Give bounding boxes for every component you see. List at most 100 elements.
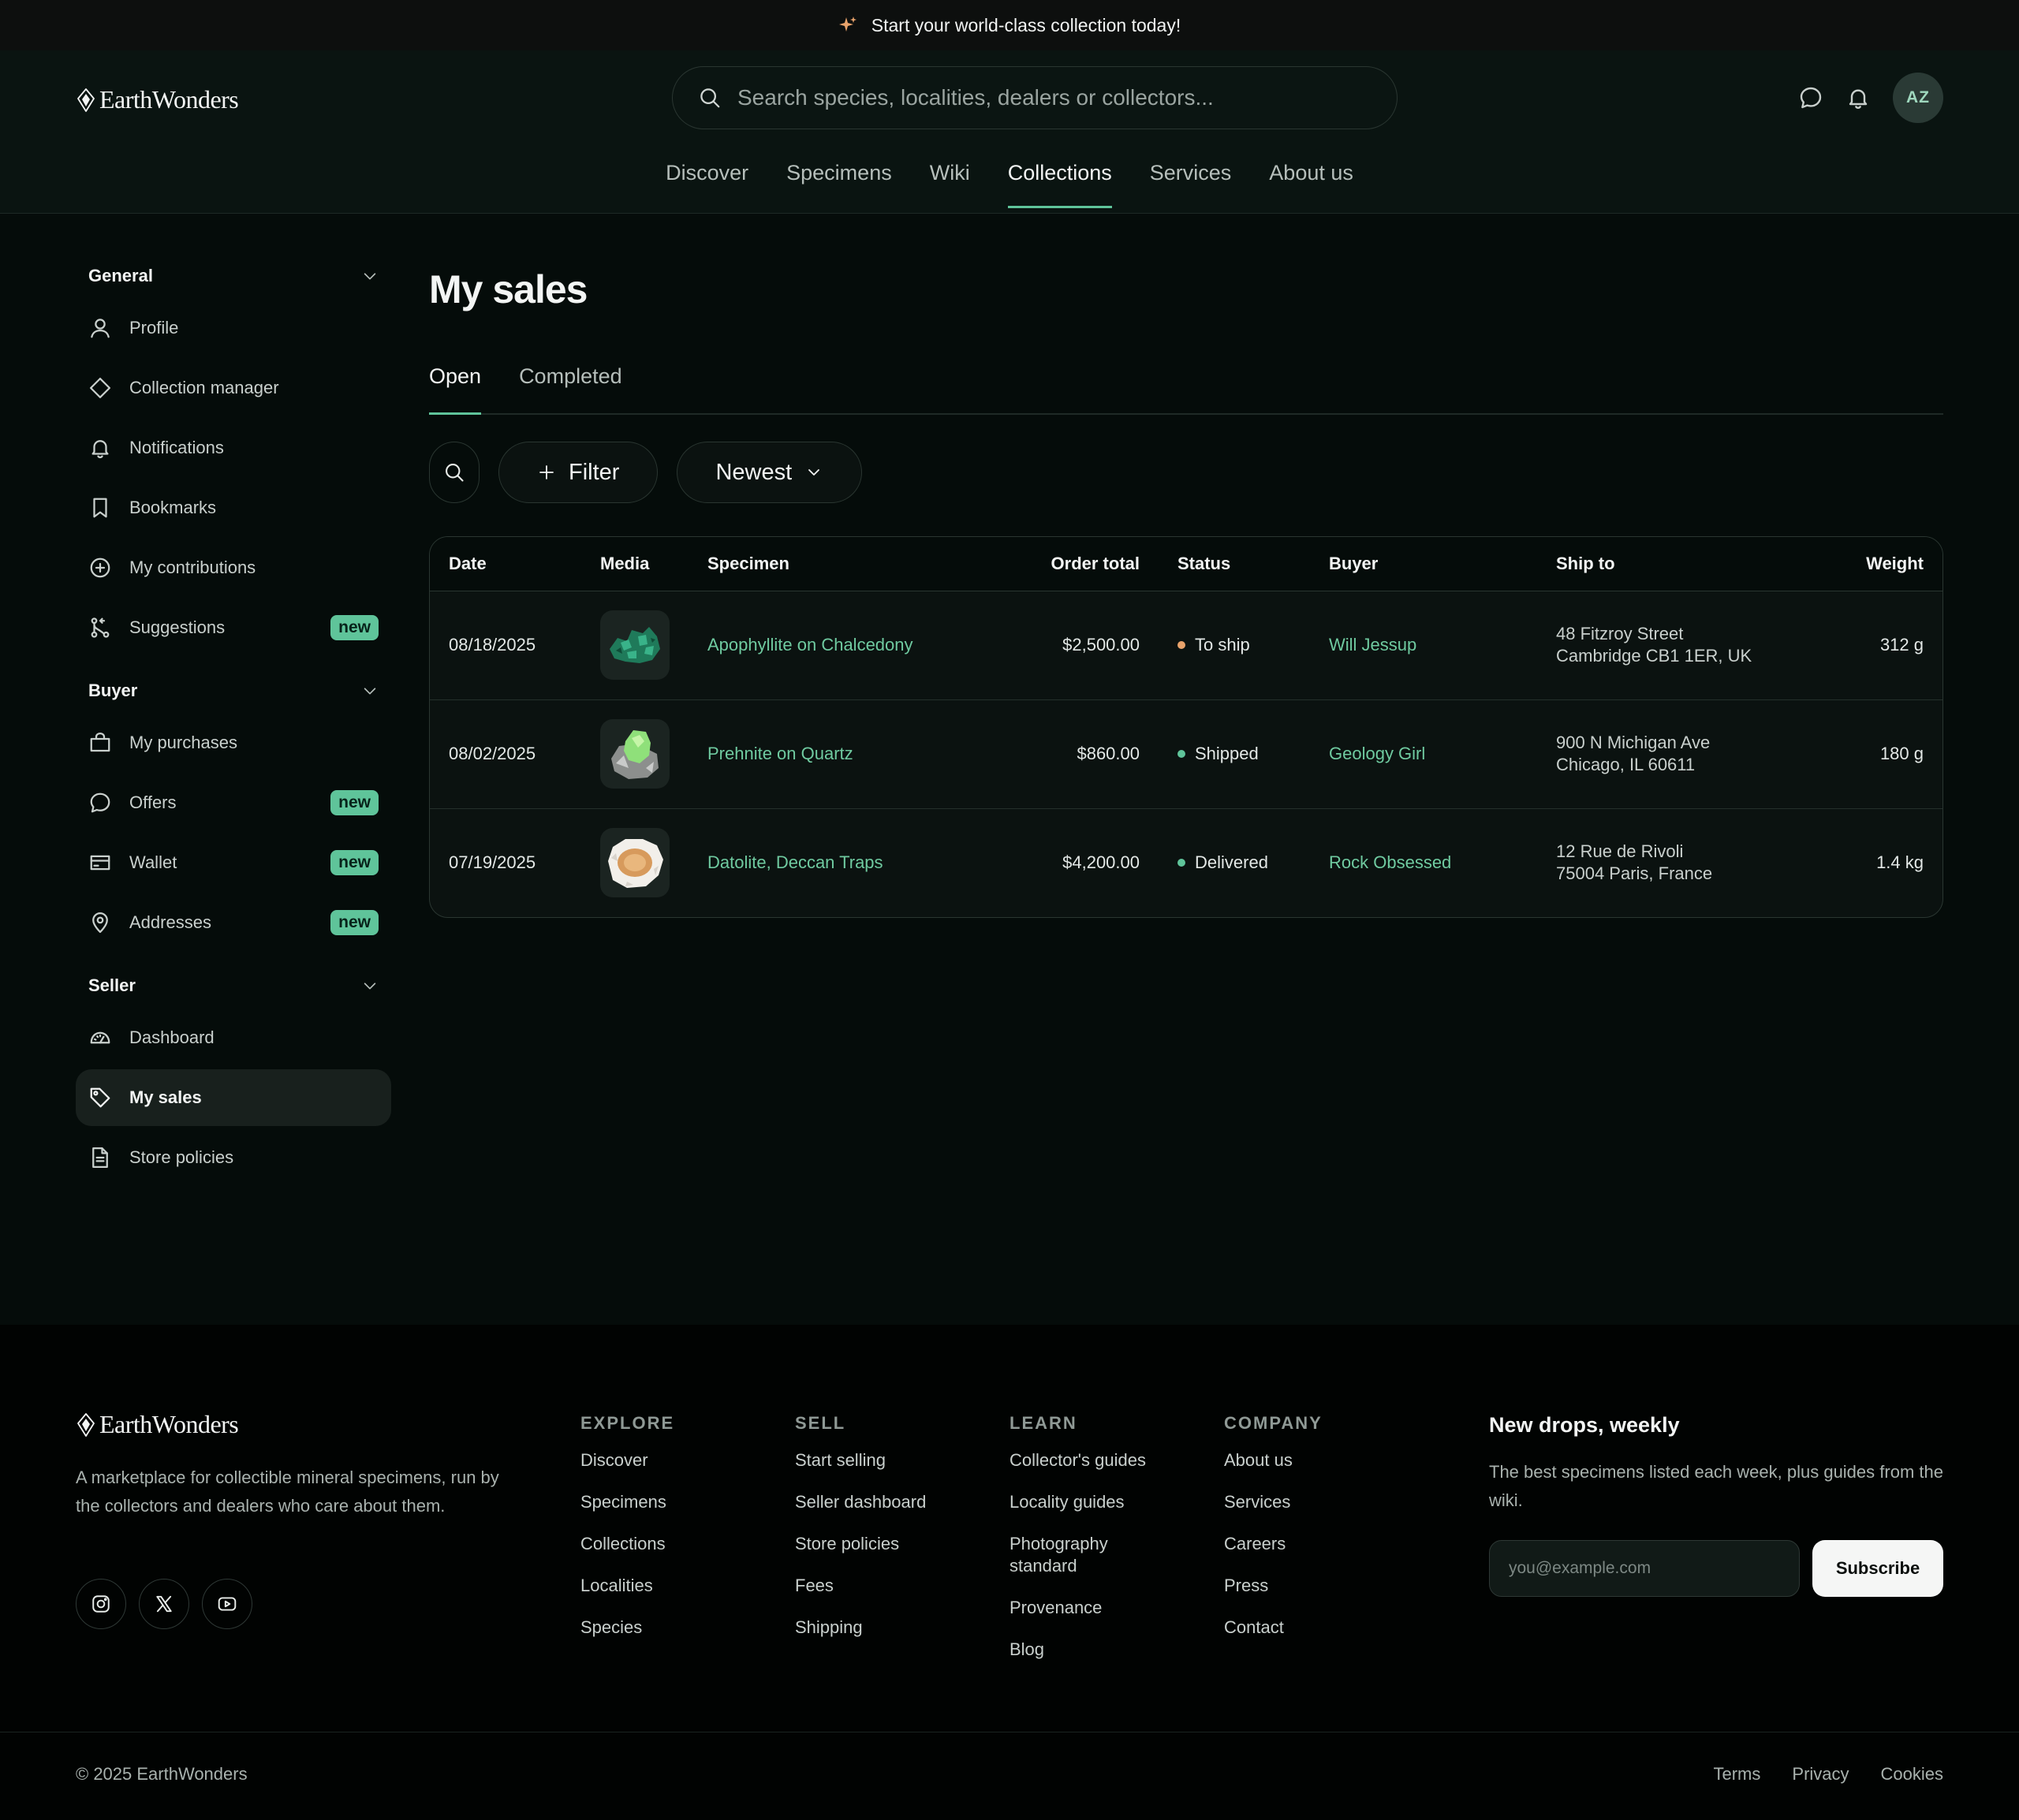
row-buyer-link[interactable]: Will Jessup xyxy=(1310,591,1537,700)
status-label: To ship xyxy=(1195,635,1250,655)
footer-link-localities[interactable]: Localities xyxy=(580,1575,746,1597)
row-buyer-link[interactable]: Geology Girl xyxy=(1310,699,1537,809)
footer-link-about-us[interactable]: About us xyxy=(1224,1449,1390,1471)
sidebar-group-title: General xyxy=(88,266,153,285)
footer-link-fees[interactable]: Fees xyxy=(795,1575,961,1597)
specimen-thumbnail[interactable] xyxy=(600,610,670,680)
footer-link-blog[interactable]: Blog xyxy=(1010,1639,1175,1661)
x-link[interactable] xyxy=(139,1579,189,1629)
youtube-link[interactable] xyxy=(202,1579,252,1629)
sidebar-item-dashboard[interactable]: Dashboard xyxy=(76,1009,391,1066)
sidebar-item-label: Store policies xyxy=(129,1147,234,1167)
sidebar-item-offers[interactable]: Offers new xyxy=(76,774,391,831)
footer-link-services[interactable]: Services xyxy=(1224,1491,1390,1513)
search-input[interactable] xyxy=(737,85,1353,110)
sidebar-item-wallet[interactable]: Wallet new xyxy=(76,834,391,891)
nav-wiki[interactable]: Wiki xyxy=(930,161,970,207)
legal-link-privacy[interactable]: Privacy xyxy=(1792,1764,1849,1785)
footer-link-provenance[interactable]: Provenance xyxy=(1010,1597,1175,1619)
nav-services[interactable]: Services xyxy=(1150,161,1232,207)
social-links xyxy=(76,1579,252,1629)
sidebar-item-my-sales[interactable]: My sales xyxy=(76,1069,391,1126)
tab-open[interactable]: Open xyxy=(429,356,482,415)
wallet-icon xyxy=(90,855,110,871)
tag-icon xyxy=(90,1087,110,1108)
sidebar-item-label: Offers xyxy=(129,793,177,812)
sidebar-item-my-contributions[interactable]: My contributions xyxy=(76,539,391,596)
footer-link-specimens[interactable]: Specimens xyxy=(580,1491,746,1513)
table-header-row: Date Media Specimen Order total Status B… xyxy=(430,537,1942,591)
row-specimen-link[interactable]: Prehnite on Quartz xyxy=(689,699,982,809)
footer-link-photography-standard[interactable]: Photography standard xyxy=(1010,1533,1144,1577)
specimen-thumbnail[interactable] xyxy=(600,828,670,898)
footer-link-press[interactable]: Press xyxy=(1224,1575,1390,1597)
bell-icon[interactable] xyxy=(1845,85,1871,110)
sort-label: Newest xyxy=(715,459,793,485)
sidebar-item-my-purchases[interactable]: My purchases xyxy=(76,714,391,771)
sidebar-item-suggestions[interactable]: Suggestions new xyxy=(76,599,391,656)
table-row[interactable]: 08/02/2025 Prehnite on Quartz $860.00 Sh… xyxy=(430,699,1942,809)
main-content: My sales Open Completed Filter Newest Da… xyxy=(429,252,1943,918)
sidebar-group-toggle-buyer[interactable]: Buyer xyxy=(76,667,391,714)
table-row[interactable]: 07/19/2025 Datolite, Deccan Traps $4,200… xyxy=(430,808,1942,917)
footer-link-contact[interactable]: Contact xyxy=(1224,1617,1390,1639)
instagram-link[interactable] xyxy=(76,1579,126,1629)
sidebar-item-store-policies[interactable]: Store policies xyxy=(76,1129,391,1186)
subscribe-button[interactable]: Subscribe xyxy=(1812,1540,1943,1597)
col-specimen[interactable]: Specimen xyxy=(689,537,982,591)
footer-link-discover[interactable]: Discover xyxy=(580,1449,746,1471)
table-row[interactable]: 08/18/2025 Apophyllite on Chalcedony $2,… xyxy=(430,591,1942,700)
nav-discover[interactable]: Discover xyxy=(666,161,748,207)
footer-link-collections[interactable]: Collections xyxy=(580,1533,746,1555)
footer-link-collectors-guides[interactable]: Collector's guides xyxy=(1010,1449,1175,1471)
table-search-button[interactable] xyxy=(429,442,480,503)
legal-link-cookies[interactable]: Cookies xyxy=(1881,1764,1943,1785)
sidebar-item-label: My contributions xyxy=(129,558,256,577)
logo[interactable]: EarthWonders xyxy=(76,85,239,114)
row-status: Shipped xyxy=(1159,699,1310,809)
sidebar-item-addresses[interactable]: Addresses new xyxy=(76,894,391,951)
user-avatar[interactable]: AZ xyxy=(1893,73,1943,123)
status-label: Delivered xyxy=(1195,852,1268,873)
sidebar-item-collection-manager[interactable]: Collection manager xyxy=(76,360,391,416)
footer-logo[interactable]: EarthWonders xyxy=(76,1410,239,1439)
specimen-thumbnail[interactable] xyxy=(600,719,670,789)
page-title: My sales xyxy=(429,267,588,311)
nav-collections[interactable]: Collections xyxy=(1007,161,1112,208)
search-icon xyxy=(446,464,464,482)
footer-link-shipping[interactable]: Shipping xyxy=(795,1617,961,1639)
footer-link-start-selling[interactable]: Start selling xyxy=(795,1449,961,1471)
col-status[interactable]: Status xyxy=(1159,537,1310,591)
sidebar-group-toggle-general[interactable]: General xyxy=(76,252,391,300)
newsletter-email-input[interactable] xyxy=(1489,1540,1800,1597)
footer-link-locality-guides[interactable]: Locality guides xyxy=(1010,1491,1175,1513)
tab-completed[interactable]: Completed xyxy=(519,356,622,413)
datolite-image-icon xyxy=(608,839,663,889)
plus-icon xyxy=(539,465,554,479)
legal-link-terms[interactable]: Terms xyxy=(1714,1764,1761,1785)
nav-specimens[interactable]: Specimens xyxy=(786,161,892,207)
sidebar-group-general: General Profile Collection manager Notif… xyxy=(76,252,391,656)
new-badge: new xyxy=(330,615,379,640)
chat-icon[interactable] xyxy=(1798,85,1823,110)
footer-link-seller-dashboard[interactable]: Seller dashboard xyxy=(795,1491,961,1513)
footer-link-careers[interactable]: Careers xyxy=(1224,1533,1390,1555)
sparkle-icon xyxy=(838,17,856,32)
filter-button[interactable]: Filter xyxy=(498,442,659,503)
nav-about-us[interactable]: About us xyxy=(1269,161,1353,207)
sidebar-item-bookmarks[interactable]: Bookmarks xyxy=(76,479,391,536)
col-buyer[interactable]: Buyer xyxy=(1310,537,1537,591)
sidebar-item-notifications[interactable]: Notifications xyxy=(76,420,391,476)
sort-dropdown[interactable]: Newest xyxy=(677,442,863,503)
global-search[interactable] xyxy=(672,66,1398,129)
col-order-total[interactable]: Order total xyxy=(982,537,1159,591)
row-buyer-link[interactable]: Rock Obsessed xyxy=(1310,808,1537,917)
col-weight[interactable]: Weight xyxy=(1818,537,1942,591)
footer-link-species[interactable]: Species xyxy=(580,1617,746,1639)
row-specimen-link[interactable]: Datolite, Deccan Traps xyxy=(689,808,982,917)
sidebar-group-toggle-seller[interactable]: Seller xyxy=(76,962,391,1009)
sidebar-item-profile[interactable]: Profile xyxy=(76,300,391,356)
col-date[interactable]: Date xyxy=(430,537,581,591)
row-specimen-link[interactable]: Apophyllite on Chalcedony xyxy=(689,591,982,700)
footer-link-store-policies[interactable]: Store policies xyxy=(795,1533,961,1555)
